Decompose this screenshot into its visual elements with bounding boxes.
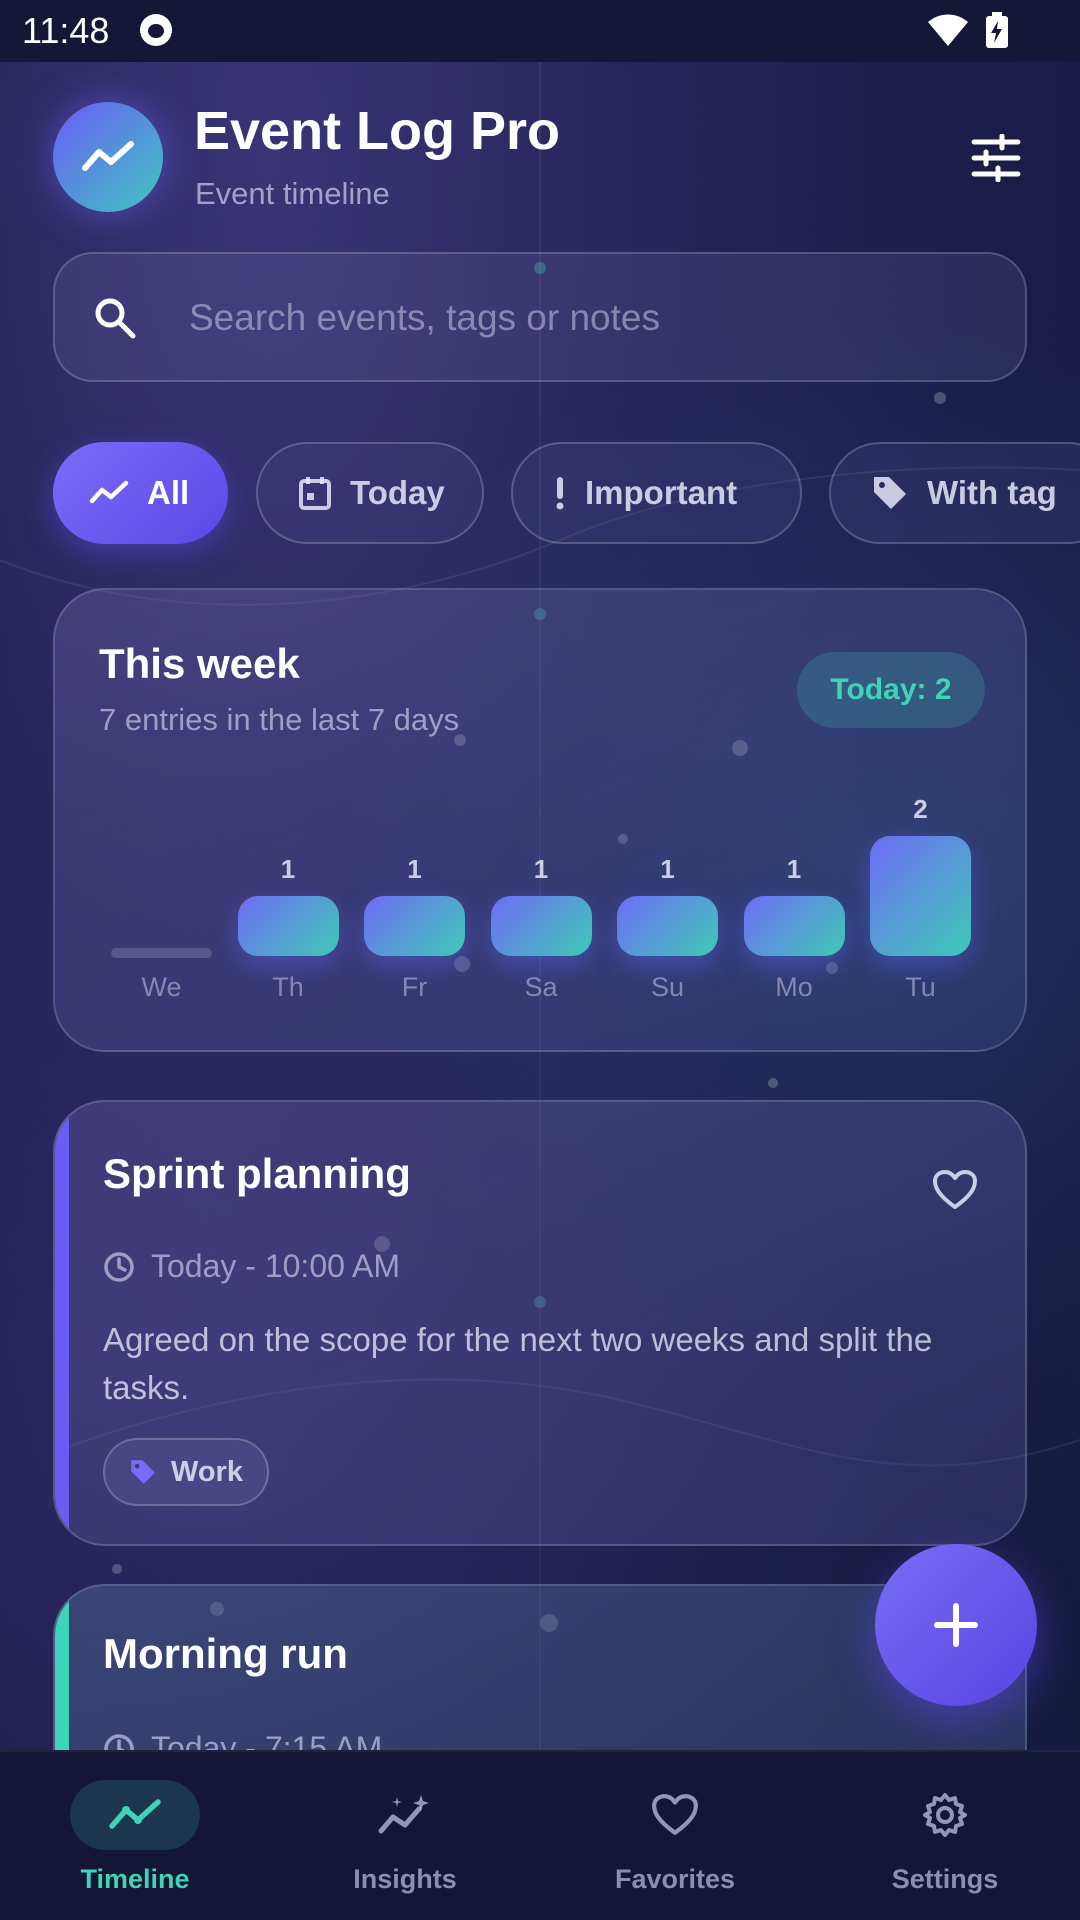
weekly-summary-card: This week 7 entries in the last 7 days T… — [53, 588, 1027, 1052]
chart-bar — [364, 896, 465, 956]
chart-category-label: We — [141, 972, 182, 1002]
week-title: This week — [99, 640, 300, 687]
chart-value-label: 1 — [786, 854, 802, 884]
status-time: 11:48 — [22, 10, 110, 51]
chart-bar — [237, 896, 339, 956]
tag-icon — [874, 477, 906, 509]
chart-category-label: Tu — [905, 972, 936, 1002]
event-time-label: Today - 10:00 AM — [151, 1248, 401, 1284]
search-input[interactable] — [189, 288, 989, 348]
nav-item-insights[interactable]: Insights — [270, 1752, 540, 1920]
exclamation-icon — [556, 477, 564, 510]
chart-bar — [743, 896, 845, 956]
filter-chip-today[interactable]: Today — [256, 442, 484, 544]
week-subtitle: 7 entries in the last 7 days — [99, 702, 460, 737]
trend-icon — [82, 141, 134, 171]
chart-bar — [617, 896, 718, 956]
plus-icon — [934, 1603, 978, 1647]
nav-label: Settings — [891, 1864, 999, 1894]
event-title: Sprint planning — [103, 1150, 411, 1197]
event-note: Agreed on the scope for the next two wee… — [103, 1321, 933, 1406]
tag-icon — [131, 1460, 155, 1484]
chart-value-label: 1 — [407, 854, 422, 884]
app-subtitle: Event timeline — [195, 176, 390, 211]
bottom-navigation: Timeline Insights Favorites Settings — [0, 1750, 1080, 1920]
notification-cat-icon — [140, 14, 172, 46]
background-dot — [934, 392, 946, 404]
chart-value-label: 1 — [280, 854, 296, 884]
event-card[interactable]: Sprint planning Today - 10:00 AM Agreed … — [53, 1100, 1027, 1546]
sliders-icon — [971, 134, 1021, 182]
chart-bar — [870, 836, 971, 956]
heart-icon — [652, 1794, 698, 1835]
chart-category-label: Sa — [524, 972, 558, 1002]
favorite-button[interactable] — [927, 1162, 983, 1218]
clock-icon — [104, 1251, 134, 1282]
filter-chip-label: Today — [350, 474, 445, 511]
nav-item-settings[interactable]: Settings — [810, 1752, 1080, 1920]
today-count-badge: Today: 2 — [797, 652, 985, 728]
search-icon — [95, 298, 136, 339]
filter-chip-label: All — [147, 474, 190, 511]
event-time: Today - 10:00 AM — [103, 1248, 400, 1285]
filter-chip-all[interactable]: All — [53, 442, 228, 544]
app-logo — [53, 102, 163, 212]
trend-icon — [109, 1799, 161, 1829]
chart-value-label: 1 — [533, 854, 549, 884]
chart-value-label: 1 — [660, 854, 675, 884]
event-accent-bar — [55, 1102, 69, 1544]
background-dot — [768, 1078, 778, 1088]
sparkle-trend-icon — [378, 1795, 429, 1834]
add-event-button[interactable] — [875, 1544, 1037, 1706]
chart-category-label: Th — [272, 972, 304, 1002]
nav-label: Timeline — [80, 1864, 190, 1894]
chart-category-label: Fr — [401, 972, 428, 1002]
chart-bar — [111, 948, 212, 958]
app-title: Event Log Pro — [194, 101, 561, 161]
filter-chip-important[interactable]: Important — [511, 442, 802, 544]
background-dot — [112, 1564, 122, 1574]
chart-value-label: 2 — [913, 794, 928, 824]
gear-icon — [923, 1793, 967, 1837]
battery-charging-icon — [986, 12, 1008, 48]
search-bar[interactable] — [53, 252, 1027, 382]
heart-outline-icon — [933, 1170, 977, 1209]
wifi-icon — [928, 14, 968, 46]
event-tag-label: Work — [171, 1455, 243, 1488]
filter-chip-label: With tag — [927, 474, 1057, 511]
nav-label: Insights — [353, 1864, 457, 1894]
nav-label: Favorites — [614, 1864, 736, 1894]
event-tag-chip[interactable]: Work — [103, 1438, 269, 1506]
filter-settings-button[interactable] — [966, 130, 1026, 186]
nav-item-favorites[interactable]: Favorites — [540, 1752, 810, 1920]
calendar-icon — [299, 477, 331, 510]
nav-item-timeline[interactable]: Timeline — [0, 1752, 270, 1920]
filter-chip-label: Important — [585, 474, 738, 511]
chart-bar — [490, 896, 592, 956]
chart-category-label: Su — [650, 972, 685, 1002]
filter-chip-with-tag[interactable]: With tag — [829, 442, 1080, 544]
status-bar: 11:48 — [0, 0, 1080, 62]
chart-category-label: Mo — [775, 972, 813, 1002]
event-title: Morning run — [103, 1630, 348, 1677]
trend-icon — [89, 480, 129, 504]
